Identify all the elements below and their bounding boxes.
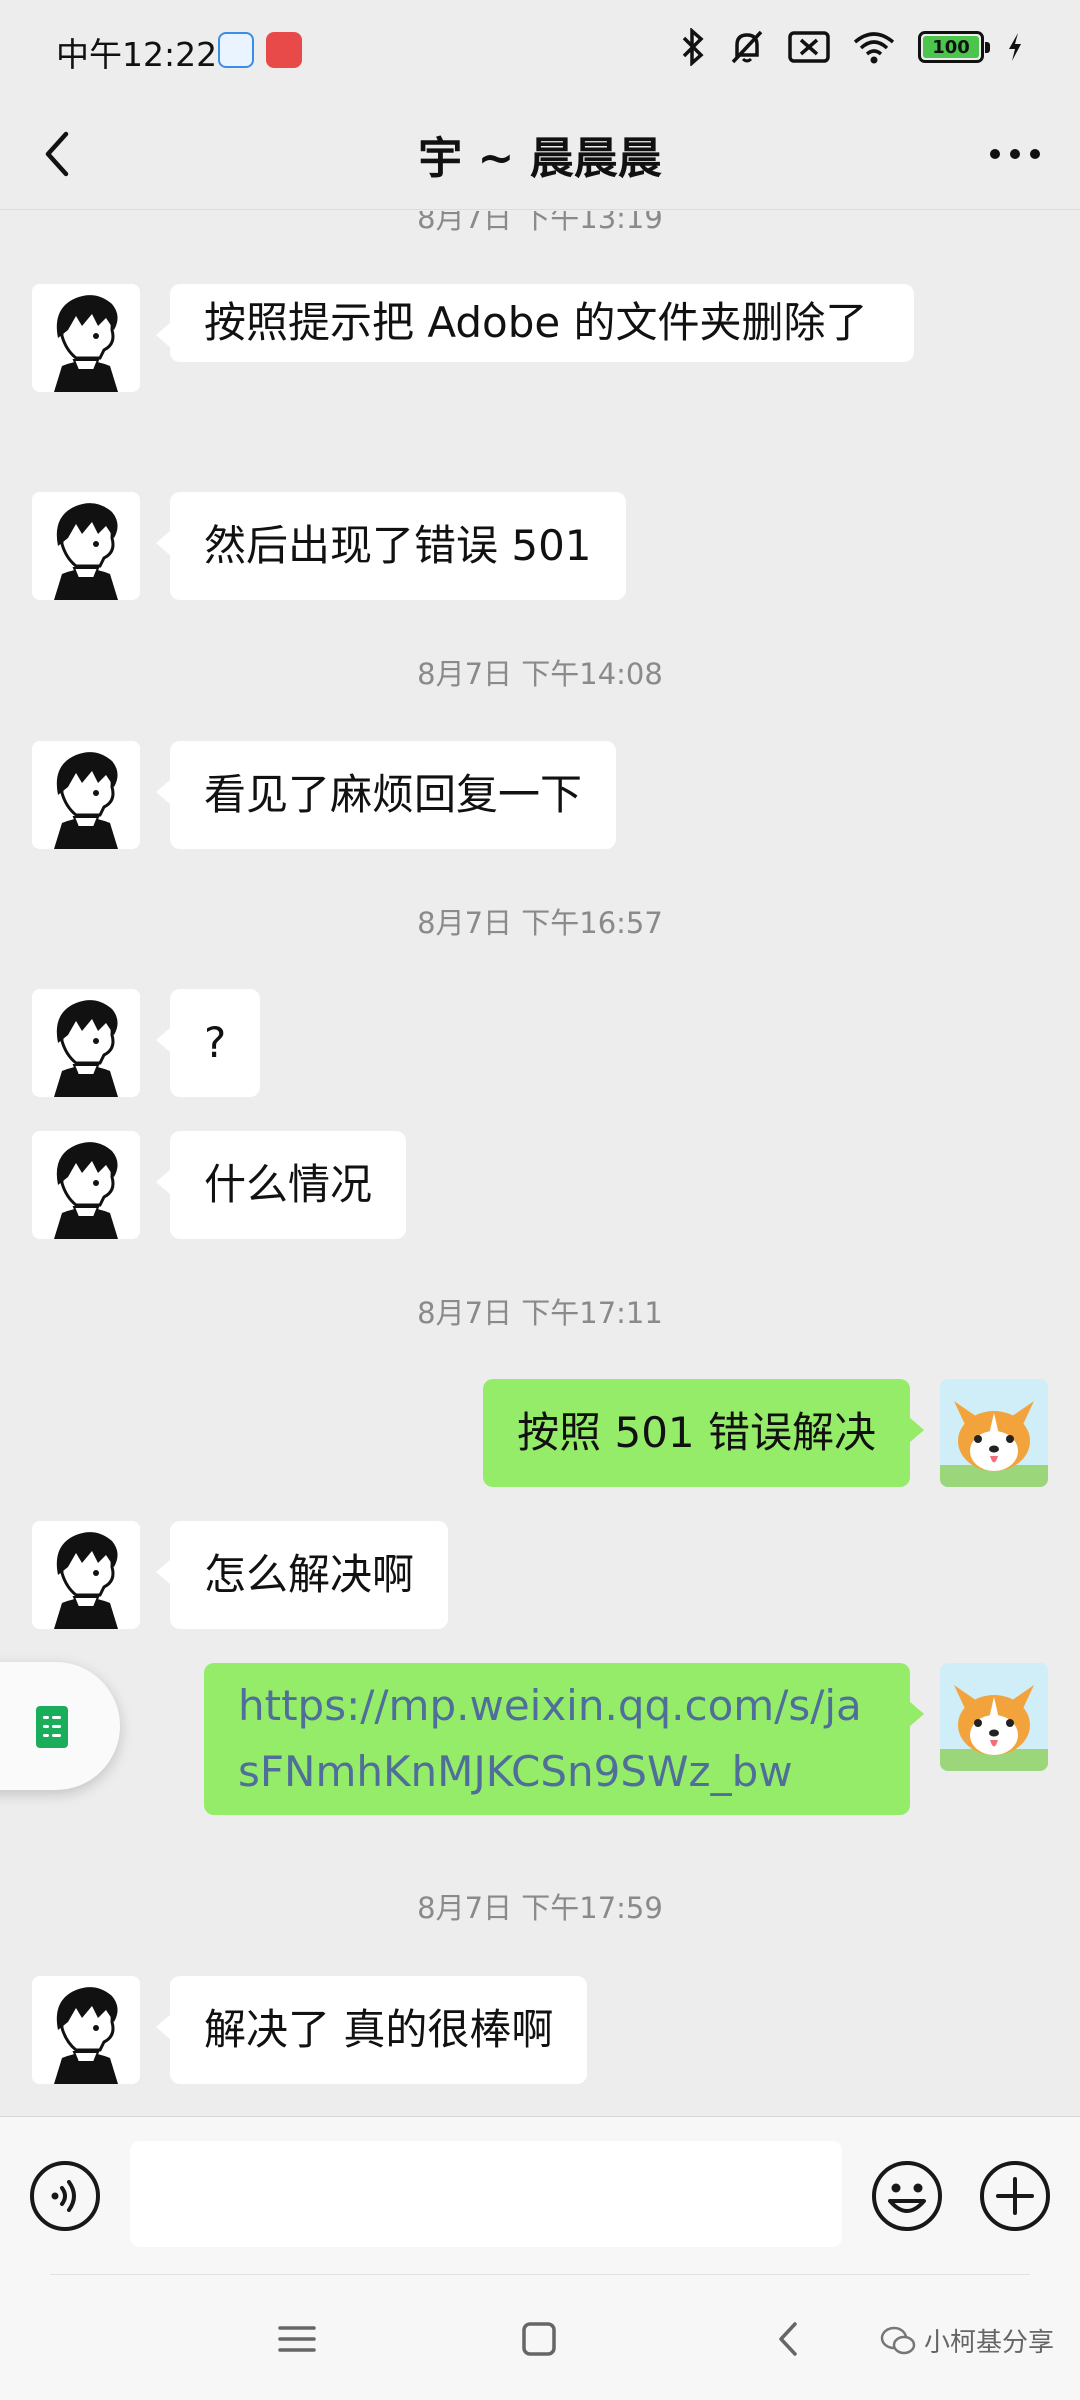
message-text: ? (204, 1018, 227, 1067)
my-avatar[interactable] (940, 1379, 1048, 1487)
chat-area[interactable]: 8月7日 下午13:19 按照提示把 Adobe 的文件夹删除了 然后出现了错误… (0, 211, 1080, 2116)
boy-avatar-icon (32, 741, 140, 849)
incoming-message[interactable]: ? (155, 989, 261, 1097)
more-icon[interactable] (980, 124, 1050, 184)
contact-avatar[interactable] (32, 1131, 140, 1239)
shopping-app-icon (266, 32, 302, 68)
status-icons: 100 (680, 28, 1024, 66)
menu-icon[interactable] (272, 2314, 322, 2364)
boy-avatar-icon (32, 1131, 140, 1239)
input-bar (0, 2116, 1080, 2274)
message-text: 看见了麻烦回复一下 (204, 770, 583, 819)
home-icon[interactable] (514, 2314, 564, 2364)
message-text: 什么情况 (204, 1160, 373, 1209)
message-text: 按照 501 错误解决 (517, 1408, 876, 1457)
message-app-icon (218, 32, 254, 68)
plus-icon[interactable] (978, 2159, 1052, 2233)
chat-header: 宇 ~ 晨晨晨 (0, 98, 1080, 210)
message-text: 怎么解决啊 (204, 1550, 415, 1599)
timestamp: 8月7日 下午17:59 (417, 1891, 663, 1925)
message-input[interactable] (130, 2141, 842, 2247)
divider (50, 2274, 1030, 2275)
emoji-icon[interactable] (870, 2159, 944, 2233)
bluetooth-icon (682, 28, 704, 66)
incoming-message[interactable]: 怎么解决啊 (155, 1521, 449, 1629)
contact-avatar[interactable] (32, 1521, 140, 1629)
contact-avatar[interactable] (32, 989, 140, 1097)
corgi-avatar-icon (940, 1379, 1048, 1487)
corgi-avatar-icon (940, 1663, 1048, 1771)
boy-avatar-icon (32, 284, 140, 392)
status-time: 中午12:22 (56, 35, 218, 74)
watermark: 小柯基分享 (880, 2322, 1054, 2359)
battery-icon: 100 (918, 31, 990, 63)
voice-icon[interactable] (28, 2159, 102, 2233)
my-avatar[interactable] (940, 1663, 1048, 1771)
boy-avatar-icon (32, 1521, 140, 1629)
charging-icon (1009, 33, 1021, 61)
boy-avatar-icon (32, 492, 140, 600)
timestamp: 8月7日 下午16:57 (417, 906, 663, 940)
outgoing-message[interactable]: 按照 501 错误解决 (483, 1379, 924, 1487)
contact-avatar[interactable] (32, 1976, 140, 2084)
timestamp: 8月7日 下午13:19 (417, 211, 663, 235)
wechat-icon (880, 2326, 916, 2354)
status-bar: 中午12:22 100 (0, 0, 1080, 98)
incoming-message[interactable]: 然后出现了错误 501 (156, 492, 626, 600)
timestamp: 8月7日 下午14:08 (417, 657, 663, 691)
contact-avatar[interactable] (32, 492, 140, 600)
timestamp: 8月7日 下午17:11 (417, 1296, 663, 1330)
notes-icon (36, 1706, 68, 1748)
message-link[interactable]: https://mp.weixin.qq.com/s/jasFNmhKnMJKC… (238, 1681, 862, 1796)
boy-avatar-icon (32, 989, 140, 1097)
message-text: 然后出现了错误 501 (204, 521, 592, 570)
chat-title: 宇 ~ 晨晨晨 (418, 133, 662, 184)
contact-avatar[interactable] (32, 741, 140, 849)
outgoing-link-message[interactable]: https://mp.weixin.qq.com/s/jasFNmhKnMJKC… (204, 1663, 924, 1815)
incoming-message[interactable]: 什么情况 (155, 1131, 407, 1239)
incoming-message[interactable]: 解决了 真的很棒啊 (155, 1976, 588, 2084)
message-text: 按照提示把 Adobe 的文件夹删除了 (204, 298, 868, 347)
battery-level: 100 (923, 36, 979, 58)
incoming-message[interactable]: 看见了麻烦回复一下 (155, 741, 617, 849)
system-navigation-bar: 小柯基分享 (0, 2274, 1080, 2400)
message-text: 解决了 真的很棒啊 (204, 2005, 554, 2054)
mute-icon (731, 30, 763, 64)
wifi-icon (853, 32, 895, 64)
boy-avatar-icon (32, 1976, 140, 2084)
contact-avatar[interactable] (32, 284, 140, 392)
incoming-message[interactable]: 按照提示把 Adobe 的文件夹删除了 (156, 284, 914, 362)
watermark-text: 小柯基分享 (923, 2328, 1054, 2358)
no-sim-icon (788, 31, 830, 63)
back-nav-icon[interactable] (764, 2314, 814, 2364)
